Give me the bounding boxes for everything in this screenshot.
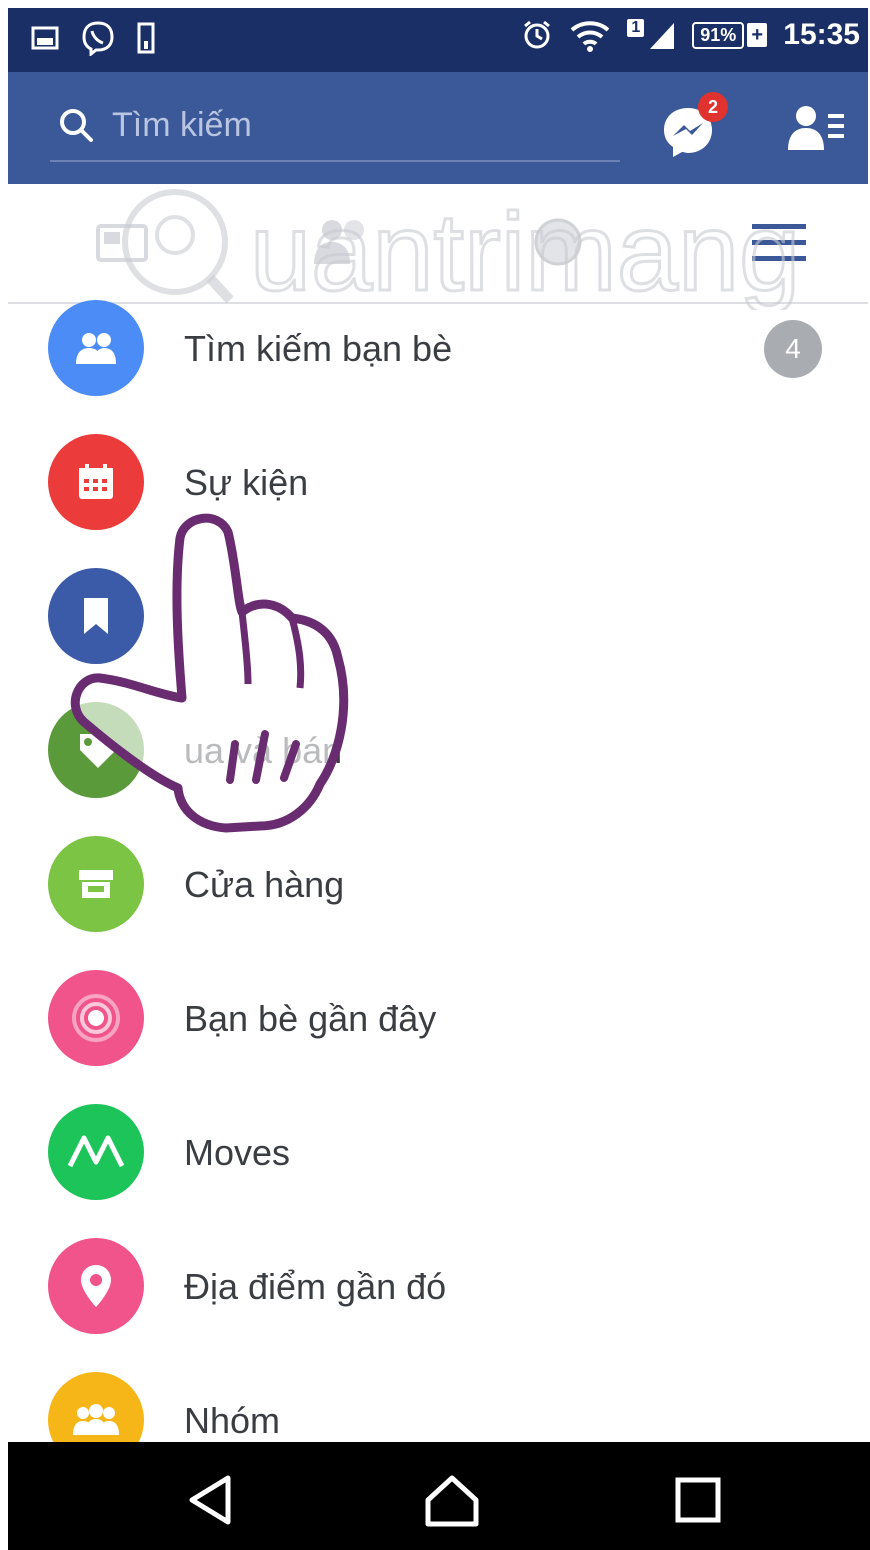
menu-item-label: Sự kiện — [184, 462, 309, 503]
moves-icon — [48, 1104, 144, 1200]
menu-item-label: Tìm kiếm bạn bè — [184, 328, 453, 369]
battery-icon: 91% + — [692, 21, 768, 49]
search-input[interactable] — [110, 104, 554, 146]
news-feed-icon[interactable] — [92, 212, 152, 272]
menu-item-label: ua và bán — [184, 730, 343, 771]
status-bar: 1 91% + 15:35 — [8, 8, 868, 72]
navigation-bar — [8, 1442, 870, 1550]
phone-icon — [137, 22, 155, 54]
menu-item-shop[interactable]: Cửa hàng — [0, 836, 870, 946]
tab-bar — [8, 184, 868, 304]
calendar-icon — [48, 434, 144, 530]
home-icon[interactable] — [422, 1470, 482, 1530]
search-bar[interactable] — [50, 90, 620, 162]
charging-symbol: + — [747, 23, 768, 47]
menu-item-saved[interactable] — [0, 568, 870, 678]
bookmark-icon — [48, 568, 144, 664]
search-icon — [60, 109, 93, 142]
menu-item-label: Địa điểm gần đó — [184, 1266, 447, 1307]
friends-icon — [48, 300, 144, 396]
menu-item-label: Cửa hàng — [184, 864, 345, 905]
back-icon[interactable] — [180, 1470, 240, 1530]
top-bar: 2 — [8, 72, 868, 184]
viber-icon — [82, 21, 114, 56]
menu-item-nearby-friends[interactable]: Bạn bè gần đây — [0, 970, 870, 1080]
menu-item-label: Moves — [184, 1132, 291, 1173]
recent-apps-icon[interactable] — [668, 1470, 728, 1530]
menu-item-label: Bạn bè gần đây — [184, 998, 437, 1039]
signal-icon — [650, 23, 675, 49]
screen: 1 91% + 15:35 2 uantrimang — [0, 0, 870, 1550]
battery-percent: 91% — [692, 21, 745, 49]
image-icon — [31, 26, 59, 50]
friend-requests-icon[interactable] — [308, 212, 378, 272]
menu-item-nearby-places[interactable]: Địa điểm gần đó — [0, 1238, 870, 1348]
count-badge: 4 — [764, 320, 822, 378]
menu-item-events[interactable]: Sự kiện — [0, 434, 870, 544]
clock: 15:35 — [783, 18, 860, 51]
globe-icon[interactable] — [528, 212, 588, 272]
friend-list-icon[interactable] — [786, 102, 846, 154]
shop-icon — [48, 836, 144, 932]
sim-indicator: 1 — [627, 19, 645, 37]
menu-icon[interactable] — [750, 220, 808, 268]
alarm-icon — [524, 20, 551, 49]
nearby-icon — [48, 970, 144, 1066]
menu-item-find-friends[interactable]: Tìm kiếm bạn bè 4 — [0, 300, 870, 410]
messenger-badge: 2 — [698, 92, 728, 122]
menu-item-buy-sell[interactable]: ua và bán — [0, 702, 870, 812]
menu-item-label: Nhóm — [184, 1400, 281, 1441]
wifi-icon — [570, 21, 610, 52]
location-pin-icon — [48, 1238, 144, 1334]
tag-icon — [48, 702, 144, 798]
menu-item-moves[interactable]: Moves — [0, 1104, 870, 1214]
